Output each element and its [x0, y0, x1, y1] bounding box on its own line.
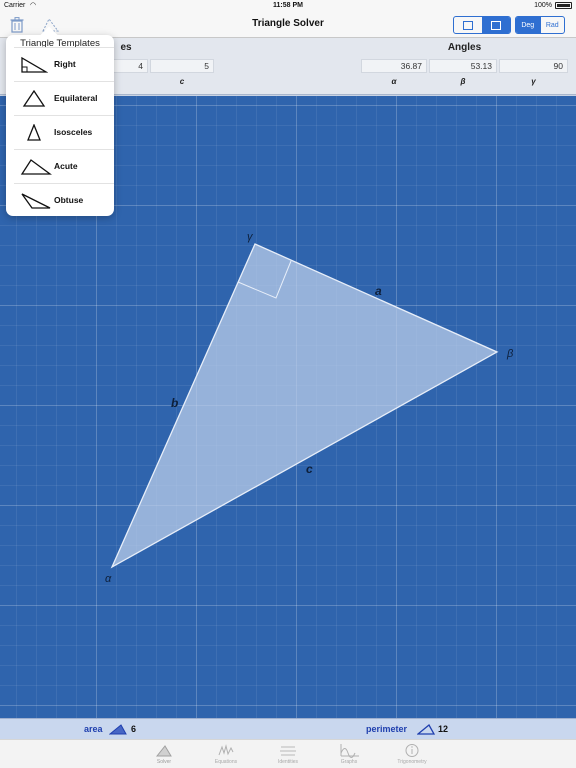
side-a-label: a: [375, 284, 382, 298]
vertex-alpha-label: α: [105, 573, 112, 585]
tab-equations[interactable]: Equations: [191, 740, 261, 768]
triangle-templates-popover: Triangle Templates Right Equilateral Iso…: [6, 26, 114, 216]
battery-percent: 100%: [534, 2, 552, 9]
area-value: 6: [131, 724, 137, 734]
tab-bar: Solver Equations Identities Graphs Trigo…: [0, 739, 576, 768]
obtuse-triangle-icon: [21, 193, 51, 209]
triangle-shape[interactable]: [110, 243, 499, 569]
status-bar: Carrier ◠ 11:58 PM 100%: [0, 0, 576, 12]
tab-label: Trigonometry: [397, 759, 427, 765]
triangle-icon: [155, 745, 172, 757]
identities-icon: [280, 746, 296, 756]
gamma-symbol: γ: [531, 77, 536, 86]
rad-button[interactable]: Rad: [539, 17, 565, 33]
side-c-symbol: c: [179, 77, 185, 86]
perimeter-triangle-icon: [417, 724, 435, 735]
template-obtuse[interactable]: Obtuse: [14, 183, 114, 216]
area-triangle-icon: [109, 724, 127, 735]
view-mode-segmented-control: [453, 16, 511, 34]
template-label: Obtuse: [54, 195, 84, 205]
single-view-button[interactable]: [454, 17, 482, 33]
alpha-symbol: α: [391, 77, 397, 86]
angles-header: Angles: [447, 42, 482, 53]
template-right[interactable]: Right: [14, 47, 114, 80]
beta-symbol: β: [460, 77, 466, 86]
angle-unit-segmented-control: Deg Rad: [515, 16, 565, 34]
info-icon: [405, 744, 419, 757]
measurements-bar: area 6 perimeter 12: [0, 718, 576, 739]
tab-graphs[interactable]: Graphs: [314, 740, 384, 768]
perimeter-value: 12: [438, 724, 449, 734]
tab-label: Graphs: [340, 759, 358, 765]
right-triangle-icon: [21, 56, 48, 73]
square-icon: [462, 20, 473, 30]
tab-solver[interactable]: Solver: [129, 740, 199, 768]
template-label: Isosceles: [54, 127, 93, 137]
template-equilateral[interactable]: Equilateral: [14, 81, 114, 114]
template-label: Acute: [54, 161, 78, 171]
tab-label: Identities: [277, 759, 298, 765]
tab-trigonometry[interactable]: Trigonometry: [377, 740, 447, 768]
vertex-beta-label: β: [507, 348, 514, 360]
area-label: area: [84, 724, 103, 734]
clock: 11:58 PM: [273, 2, 303, 9]
template-label: Right: [54, 59, 76, 69]
perimeter-label: perimeter: [366, 724, 408, 734]
tab-label: Solver: [156, 759, 172, 765]
battery-icon: [555, 2, 572, 9]
equations-icon: [218, 744, 234, 756]
template-isosceles[interactable]: Isosceles: [14, 115, 114, 148]
angle-alpha-field[interactable]: 36.87: [361, 59, 427, 73]
side-c-field[interactable]: 5: [150, 59, 214, 73]
template-label: Equilateral: [54, 93, 98, 103]
split-view-button[interactable]: [481, 17, 510, 33]
angle-beta-field[interactable]: 53.13: [429, 59, 497, 73]
vertex-gamma-label: γ: [247, 231, 253, 243]
acute-triangle-icon: [20, 159, 52, 175]
isosceles-triangle-icon: [27, 124, 41, 141]
template-acute[interactable]: Acute: [14, 149, 114, 182]
square-icon: [491, 20, 502, 30]
angle-gamma-field[interactable]: 90: [499, 59, 568, 73]
equilateral-triangle-icon: [22, 90, 46, 107]
side-c-label: c: [306, 462, 313, 476]
deg-button[interactable]: Deg: [516, 17, 540, 33]
side-b-label: b: [171, 396, 179, 410]
tab-identities[interactable]: Identities: [253, 740, 323, 768]
graph-icon: [340, 744, 359, 758]
tab-label: Equations: [214, 759, 238, 765]
